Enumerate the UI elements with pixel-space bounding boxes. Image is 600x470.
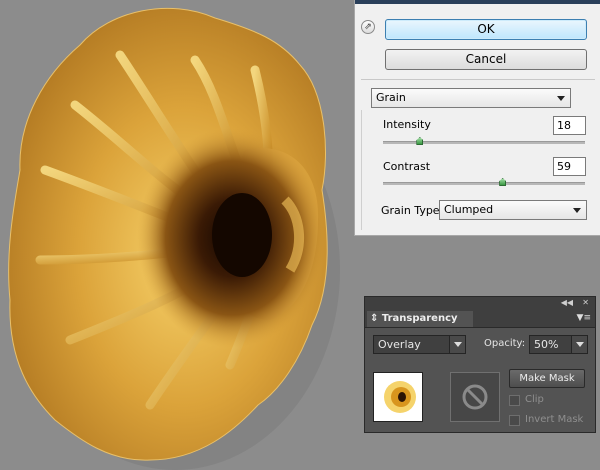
close-icon[interactable]: ✕ — [582, 297, 589, 309]
texture-type-value: Grain — [376, 91, 406, 104]
contrast-slider-thumb[interactable] — [499, 178, 507, 186]
chevron-down-icon — [449, 336, 465, 353]
artwork-thumbnail[interactable] — [373, 372, 423, 422]
options-group-border — [361, 110, 362, 230]
chevron-down-icon — [573, 208, 581, 213]
make-mask-button[interactable]: Make Mask — [509, 369, 585, 388]
double-arrow-icon[interactable]: ◀◀ — [561, 297, 573, 309]
collapse-icon[interactable]: ⇗ — [361, 20, 375, 34]
cancel-button[interactable]: Cancel — [385, 49, 587, 70]
flower-thumbnail-icon — [384, 381, 416, 413]
contrast-label: Contrast — [383, 160, 431, 173]
clip-checkbox[interactable] — [509, 395, 520, 406]
flower-center — [212, 193, 272, 277]
panel-menu-icon[interactable]: ▼≡ — [577, 311, 591, 325]
opacity-field[interactable]: 50% — [529, 335, 588, 354]
dialog-separator — [361, 79, 595, 80]
chevron-down-icon — [571, 336, 587, 353]
blend-mode-select[interactable]: Overlay — [373, 335, 466, 354]
grain-type-select[interactable]: Clumped — [439, 200, 587, 220]
no-symbol-icon — [462, 384, 488, 410]
grain-type-label: Grain Type: — [381, 204, 444, 217]
transparency-panel: ◀◀ ✕ ⇕ Transparency ▼≡ Overlay Opacity: … — [364, 296, 596, 433]
dialog-title-strip — [355, 0, 600, 4]
panel-titlebar: ◀◀ ✕ — [365, 297, 595, 309]
clip-label: Clip — [525, 394, 544, 405]
opacity-label: Opacity: — [484, 338, 526, 349]
grain-type-value: Clumped — [444, 203, 494, 216]
mask-thumbnail[interactable] — [450, 372, 500, 422]
texture-type-select[interactable]: Grain — [371, 88, 571, 108]
invert-mask-label: Invert Mask — [525, 414, 584, 425]
contrast-field[interactable]: 59 — [553, 157, 586, 176]
tab-transparency[interactable]: ⇕ Transparency — [367, 311, 473, 327]
tab-title: Transparency — [381, 313, 458, 324]
grain-dialog: ⇗ OK Cancel Grain Intensity 18 Contrast … — [354, 0, 600, 236]
blend-mode-value: Overlay — [378, 338, 421, 351]
intensity-label: Intensity — [383, 118, 431, 131]
panel-tab-row: ⇕ Transparency ▼≡ — [365, 309, 595, 328]
ok-button[interactable]: OK — [385, 19, 587, 40]
opacity-value: 50% — [534, 338, 559, 351]
intensity-slider-track[interactable] — [383, 141, 585, 144]
invert-mask-checkbox[interactable] — [509, 415, 520, 426]
intensity-field[interactable]: 18 — [553, 116, 586, 135]
intensity-slider-thumb[interactable] — [416, 137, 424, 145]
updown-icon: ⇕ — [370, 313, 379, 324]
chevron-down-icon — [557, 96, 565, 101]
contrast-slider-track[interactable] — [383, 182, 585, 185]
